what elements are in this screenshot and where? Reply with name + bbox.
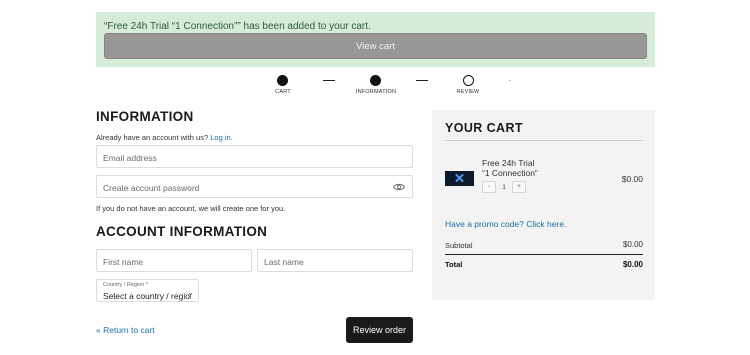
quantity-value[interactable]: 1 xyxy=(496,184,512,191)
last-name-placeholder: Last name xyxy=(264,257,304,267)
review-order-button[interactable]: Review order xyxy=(346,317,413,343)
cart-item-name-line2: “1 Connection” xyxy=(482,167,538,178)
email-placeholder: Email address xyxy=(103,153,157,163)
cart-item-price: $0.00 xyxy=(621,174,643,184)
cart-notice: “Free 24h Trial “1 Connection”” has been… xyxy=(96,12,655,67)
first-name-field[interactable]: First name xyxy=(96,249,252,272)
account-prompt-text: Already have an account with us? xyxy=(96,133,209,142)
login-link[interactable]: Log in. xyxy=(210,133,233,142)
country-select[interactable]: Country / Region * Select a country / re… xyxy=(96,279,199,302)
step-connector-end xyxy=(509,80,511,81)
last-name-field[interactable]: Last name xyxy=(257,249,413,272)
decrease-quantity-button[interactable]: - xyxy=(482,181,496,193)
chevron-down-icon: ⌄ xyxy=(187,288,194,297)
total-divider xyxy=(445,254,643,255)
checkout-steps: CART INFORMATION REVIEW xyxy=(0,72,750,102)
cart-item-name: Free 24h Trial “1 Connection” xyxy=(482,158,538,178)
notice-message: “Free 24h Trial “1 Connection”” has been… xyxy=(104,21,371,32)
information-heading: INFORMATION xyxy=(96,109,194,124)
account-information-heading: ACCOUNT INFORMATION xyxy=(96,224,268,239)
step-information-label: INFORMATION xyxy=(355,89,397,95)
step-information-dot xyxy=(370,75,381,86)
step-review-dot xyxy=(463,75,474,86)
step-connector xyxy=(323,80,335,81)
no-account-note: If you do not have an account, we will c… xyxy=(96,204,286,213)
account-prompt: Already have an account with us? Log in. xyxy=(96,133,233,142)
increase-quantity-button[interactable]: + xyxy=(512,181,526,193)
step-cart-dot[interactable] xyxy=(277,75,288,86)
first-name-placeholder: First name xyxy=(103,257,144,267)
promo-code-link[interactable]: Have a promo code? Click here. xyxy=(445,219,566,229)
product-logo-icon xyxy=(455,173,464,183)
cart-summary: YOUR CART Free 24h Trial “1 Connection” … xyxy=(432,110,655,300)
cart-title: YOUR CART xyxy=(445,121,523,135)
total-label: Total xyxy=(445,260,463,269)
country-value: Select a country / region xyxy=(103,291,191,301)
cart-divider xyxy=(445,140,643,141)
subtotal-label: Subtotal xyxy=(445,241,473,250)
password-field[interactable]: Create account password xyxy=(96,175,413,198)
view-cart-button[interactable]: View cart xyxy=(104,33,647,59)
step-cart-label[interactable]: CART xyxy=(253,89,313,95)
subtotal-value: $0.00 xyxy=(622,240,643,249)
return-to-cart-link[interactable]: « Return to cart xyxy=(96,325,155,335)
country-label: Country / Region * xyxy=(103,282,148,288)
step-review-label: REVIEW xyxy=(456,89,480,95)
email-field[interactable]: Email address xyxy=(96,145,413,168)
quantity-stepper: - 1 + xyxy=(482,181,526,193)
password-placeholder: Create account password xyxy=(103,183,200,193)
product-thumbnail xyxy=(445,171,474,186)
show-password-icon[interactable] xyxy=(393,182,405,192)
total-value: $0.00 xyxy=(622,260,643,269)
step-connector xyxy=(416,80,428,81)
